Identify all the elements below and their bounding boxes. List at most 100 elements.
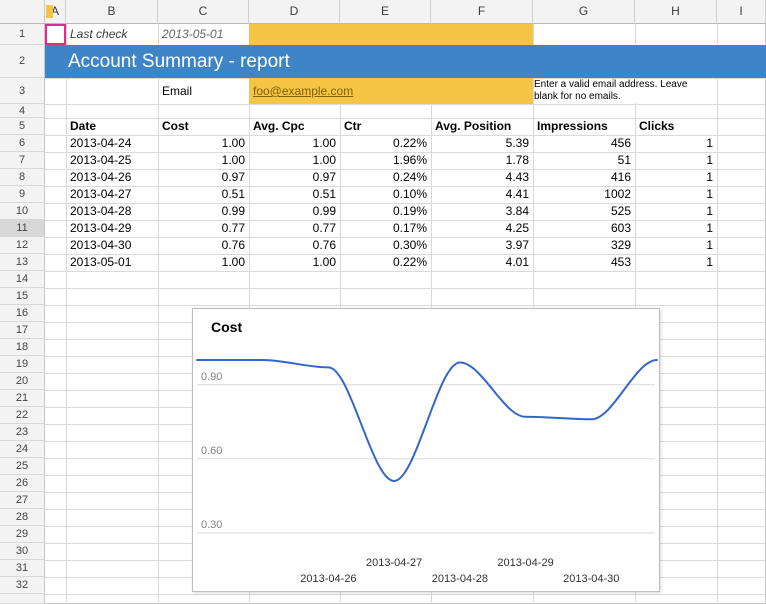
cell-impressions-row8[interactable]: 416 <box>533 169 635 186</box>
row-header-13[interactable]: 13 <box>0 254 45 271</box>
row-header-15[interactable]: 15 <box>0 288 45 305</box>
cell-date-row9[interactable]: 2013-04-27 <box>66 186 158 203</box>
cell-date-row6[interactable]: 2013-04-24 <box>66 135 158 152</box>
cell-cost-row7[interactable]: 1.00 <box>158 152 249 169</box>
email-link[interactable]: foo@example.com <box>253 84 353 98</box>
cell-clicks-row11[interactable]: 1 <box>635 220 717 237</box>
cell-ctr-row7[interactable]: 1.96% <box>340 152 431 169</box>
row-header-25[interactable]: 25 <box>0 458 45 475</box>
cell-cost-row6[interactable]: 1.00 <box>158 135 249 152</box>
cell-avg-position-row7[interactable]: 1.78 <box>431 152 533 169</box>
row-header-6[interactable]: 6 <box>0 135 45 152</box>
row-header-9[interactable]: 9 <box>0 186 45 203</box>
row-header-7[interactable]: 7 <box>0 152 45 169</box>
cell-impressions-row7[interactable]: 51 <box>533 152 635 169</box>
cell-ctr-row12[interactable]: 0.30% <box>340 237 431 254</box>
column-header-b[interactable]: B <box>66 0 158 24</box>
row-header-11[interactable]: 11 <box>0 220 45 237</box>
table-header-avg-cpc[interactable]: Avg. Cpc <box>249 118 340 135</box>
cell-ctr-row13[interactable]: 0.22% <box>340 254 431 271</box>
cell-cost-row13[interactable]: 1.00 <box>158 254 249 271</box>
column-header-h[interactable]: H <box>635 0 717 24</box>
cell-cost-row8[interactable]: 0.97 <box>158 169 249 186</box>
cell-date-row11[interactable]: 2013-04-29 <box>66 220 158 237</box>
cost-chart[interactable]: Cost 0.900.600.302013-04-262013-04-27201… <box>192 308 660 592</box>
row-header-1[interactable]: 1 <box>0 24 45 45</box>
cell-date-row7[interactable]: 2013-04-25 <box>66 152 158 169</box>
cell-cost-row10[interactable]: 0.99 <box>158 203 249 220</box>
cell-avg-cpc-row9[interactable]: 0.51 <box>249 186 340 203</box>
cell-impressions-row13[interactable]: 453 <box>533 254 635 271</box>
cell-email-label[interactable]: Email <box>158 78 249 104</box>
row-header-2[interactable]: 2 <box>0 45 45 78</box>
table-header-avg-position[interactable]: Avg. Position <box>431 118 533 135</box>
table-header-ctr[interactable]: Ctr <box>340 118 431 135</box>
table-header-date[interactable]: Date <box>66 118 158 135</box>
row-header-26[interactable]: 26 <box>0 475 45 492</box>
cell-clicks-row13[interactable]: 1 <box>635 254 717 271</box>
cell-impressions-row10[interactable]: 525 <box>533 203 635 220</box>
column-header-g[interactable]: G <box>533 0 635 24</box>
cell-cost-row12[interactable]: 0.76 <box>158 237 249 254</box>
cell-impressions-row9[interactable]: 1002 <box>533 186 635 203</box>
row-header-24[interactable]: 24 <box>0 441 45 458</box>
cell-date-row8[interactable]: 2013-04-26 <box>66 169 158 186</box>
cell-impressions-row11[interactable]: 603 <box>533 220 635 237</box>
row-header-12[interactable]: 12 <box>0 237 45 254</box>
cell-clicks-row12[interactable]: 1 <box>635 237 717 254</box>
row-header-28[interactable]: 28 <box>0 509 45 526</box>
cell-avg-position-row13[interactable]: 4.01 <box>431 254 533 271</box>
row-header-8[interactable]: 8 <box>0 169 45 186</box>
row-header-17[interactable]: 17 <box>0 322 45 339</box>
row-header-21[interactable]: 21 <box>0 390 45 407</box>
cell-last-check-label[interactable]: Last check <box>66 24 158 45</box>
row-header-14[interactable]: 14 <box>0 271 45 288</box>
column-header-f[interactable]: F <box>431 0 533 24</box>
cell-ctr-row8[interactable]: 0.24% <box>340 169 431 186</box>
cell-avg-cpc-row8[interactable]: 0.97 <box>249 169 340 186</box>
row-header-22[interactable]: 22 <box>0 407 45 424</box>
row-header-16[interactable]: 16 <box>0 305 45 322</box>
cell-avg-position-row8[interactable]: 4.43 <box>431 169 533 186</box>
cell-email-input[interactable]: foo@example.com <box>249 78 533 104</box>
row-header-4[interactable]: 4 <box>0 104 45 118</box>
column-header-e[interactable]: E <box>340 0 431 24</box>
row-header-23[interactable]: 23 <box>0 424 45 441</box>
row-header-29[interactable]: 29 <box>0 526 45 543</box>
cell-ctr-row11[interactable]: 0.17% <box>340 220 431 237</box>
cell-cost-row9[interactable]: 0.51 <box>158 186 249 203</box>
cell-date-row13[interactable]: 2013-05-01 <box>66 254 158 271</box>
cell-avg-cpc-row6[interactable]: 1.00 <box>249 135 340 152</box>
cell-avg-cpc-row7[interactable]: 1.00 <box>249 152 340 169</box>
column-header-c[interactable]: C <box>158 0 249 24</box>
cell-avg-position-row11[interactable]: 4.25 <box>431 220 533 237</box>
cell-impressions-row6[interactable]: 456 <box>533 135 635 152</box>
table-header-clicks[interactable]: Clicks <box>635 118 717 135</box>
cell-clicks-row9[interactable]: 1 <box>635 186 717 203</box>
cell-impressions-row12[interactable]: 329 <box>533 237 635 254</box>
cell-date-row10[interactable]: 2013-04-28 <box>66 203 158 220</box>
table-header-impressions[interactable]: Impressions <box>533 118 635 135</box>
row-header-27[interactable]: 27 <box>0 492 45 509</box>
cell-clicks-row6[interactable]: 1 <box>635 135 717 152</box>
cell-avg-cpc-row12[interactable]: 0.76 <box>249 237 340 254</box>
cell-clicks-row10[interactable]: 1 <box>635 203 717 220</box>
cell-ctr-row10[interactable]: 0.19% <box>340 203 431 220</box>
cell-clicks-row7[interactable]: 1 <box>635 152 717 169</box>
column-header-i[interactable]: I <box>717 0 766 24</box>
cell-cost-row11[interactable]: 0.77 <box>158 220 249 237</box>
row-header-5[interactable]: 5 <box>0 118 45 135</box>
row-header-30[interactable]: 30 <box>0 543 45 560</box>
cell-date-row12[interactable]: 2013-04-30 <box>66 237 158 254</box>
highlighted-range-d1-f1[interactable] <box>249 24 533 45</box>
cell-ctr-row9[interactable]: 0.10% <box>340 186 431 203</box>
cell-avg-cpc-row11[interactable]: 0.77 <box>249 220 340 237</box>
select-all-corner[interactable] <box>0 0 45 24</box>
row-header-18[interactable]: 18 <box>0 339 45 356</box>
row-header-19[interactable]: 19 <box>0 356 45 373</box>
row-header-32[interactable]: 32 <box>0 577 45 594</box>
row-header-10[interactable]: 10 <box>0 203 45 220</box>
cell-avg-position-row12[interactable]: 3.97 <box>431 237 533 254</box>
cell-avg-position-row9[interactable]: 4.41 <box>431 186 533 203</box>
report-title-cell[interactable]: Account Summary - report <box>45 45 766 78</box>
